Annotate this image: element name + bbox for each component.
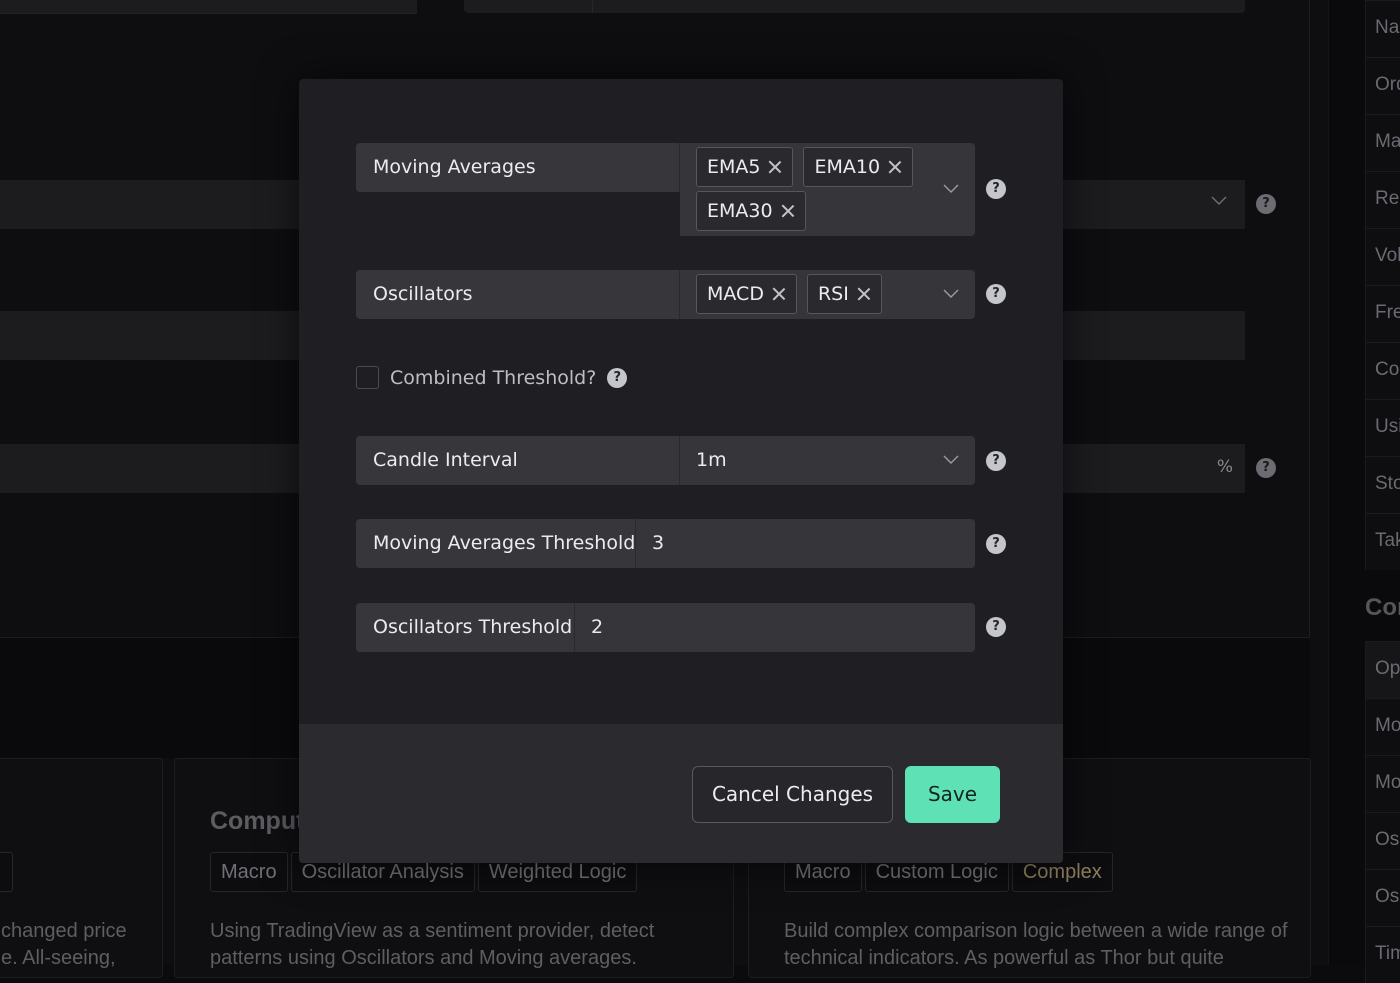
candle-interval-field: Candle Interval 1m xyxy=(356,436,975,485)
remove-chip-icon[interactable] xyxy=(888,160,902,174)
moving-averages-label: Moving Averages xyxy=(356,143,680,192)
sidebar-item[interactable]: Vol xyxy=(1365,228,1400,285)
cancel-changes-button[interactable]: Cancel Changes xyxy=(692,766,893,823)
combined-threshold-row: Combined Threshold? ? xyxy=(356,366,627,389)
selected-chip-macd[interactable]: MACD xyxy=(696,274,797,314)
remove-chip-icon[interactable] xyxy=(781,204,795,218)
chip-label: EMA10 xyxy=(814,148,880,186)
oscillators-field: Oscillators MACD RSI xyxy=(356,270,975,319)
sidebar-heading: Con xyxy=(1365,594,1400,622)
moving-averages-threshold-label: Moving Averages Threshold xyxy=(356,519,636,568)
oscillators-label: Oscillators xyxy=(356,270,680,319)
candle-interval-select[interactable]: 1m xyxy=(680,436,975,485)
oscillators-threshold-value: 2 xyxy=(575,603,975,652)
sidebar-item[interactable]: Fre xyxy=(1365,285,1400,342)
combined-threshold-label[interactable]: Combined Threshold? xyxy=(390,367,596,389)
candle-interval-value: 1m xyxy=(680,436,975,485)
moving-averages-field: Moving Averages EMA5 EMA10 EMA30 xyxy=(356,143,975,236)
right-sidebar: Nam Ord Max Re- Vol Fre Coi Usi Sto Tak … xyxy=(1328,0,1400,965)
remove-chip-icon[interactable] xyxy=(857,287,871,301)
sidebar-item[interactable]: Mov xyxy=(1365,755,1400,812)
sidebar-item[interactable]: Coi xyxy=(1365,342,1400,399)
background-top-field-left xyxy=(0,0,417,14)
sidebar-item[interactable]: Nam xyxy=(1365,0,1400,57)
chip-label: EMA30 xyxy=(707,192,773,230)
selected-chip-ema5[interactable]: EMA5 xyxy=(696,147,793,187)
save-button[interactable]: Save xyxy=(905,766,1000,823)
sidebar-item[interactable]: Tak xyxy=(1365,513,1400,570)
indicator-settings-modal: Moving Averages EMA5 EMA10 EMA30 xyxy=(299,79,1063,863)
moving-averages-threshold-value: 3 xyxy=(636,519,975,568)
strategy-description-line: Using TradingView as a sentiment provide… xyxy=(210,918,654,945)
oscillators-threshold-field: Oscillators Threshold 2 xyxy=(356,603,975,652)
strategy-description-line: Build complex comparison logic between a… xyxy=(784,918,1288,945)
strategy-description-line: changed price xyxy=(1,918,127,945)
sidebar-item[interactable]: Re- xyxy=(1365,171,1400,228)
sidebar-item[interactable]: Ord xyxy=(1365,57,1400,114)
help-icon[interactable]: ? xyxy=(1256,194,1276,214)
help-icon[interactable]: ? xyxy=(986,284,1006,304)
help-icon[interactable]: ? xyxy=(1256,458,1276,478)
sidebar-item[interactable]: Max xyxy=(1365,114,1400,171)
chip-label: EMA5 xyxy=(707,148,760,186)
help-icon[interactable]: ? xyxy=(607,368,627,388)
strategy-card-title: Comput xyxy=(210,807,304,836)
background-top-field-right xyxy=(464,0,1245,13)
sidebar-item[interactable]: Osc xyxy=(1365,869,1400,926)
help-icon[interactable]: ? xyxy=(986,617,1006,637)
candle-interval-label: Candle Interval xyxy=(356,436,680,485)
moving-averages-multiselect[interactable]: EMA5 EMA10 EMA30 xyxy=(680,143,975,236)
chevron-down-icon[interactable] xyxy=(941,450,961,470)
percent-suffix: % xyxy=(1217,457,1233,477)
oscillators-threshold-input[interactable]: 2 xyxy=(575,603,975,652)
strategy-description-line: technical indicators. As powerful as Tho… xyxy=(784,945,1224,972)
chevron-down-icon[interactable] xyxy=(941,179,961,199)
selected-chip-rsi[interactable]: RSI xyxy=(807,274,882,314)
strategy-card[interactable]: changed price e. All-seeing, xyxy=(0,758,163,978)
sidebar-item[interactable]: Sto xyxy=(1365,456,1400,513)
chevron-down-icon xyxy=(1211,194,1227,210)
remove-chip-icon[interactable] xyxy=(768,160,782,174)
oscillators-threshold-label: Oscillators Threshold xyxy=(356,603,575,652)
moving-averages-threshold-input[interactable]: 3 xyxy=(636,519,975,568)
chevron-down-icon[interactable] xyxy=(941,284,961,304)
sidebar-item[interactable]: Tim xyxy=(1365,926,1400,983)
remove-chip-icon[interactable] xyxy=(772,287,786,301)
strategy-tag xyxy=(0,852,13,892)
chip-label: RSI xyxy=(818,275,849,313)
sidebar-item[interactable]: Osc xyxy=(1365,812,1400,869)
sidebar-item[interactable]: Mov xyxy=(1365,698,1400,755)
strategy-description-line: patterns using Oscillators and Moving av… xyxy=(210,945,637,972)
combined-threshold-checkbox[interactable] xyxy=(356,366,379,389)
help-icon[interactable]: ? xyxy=(986,534,1006,554)
strategy-tag: Macro xyxy=(210,852,288,892)
sidebar-item-active[interactable]: Opt xyxy=(1365,641,1400,698)
help-icon[interactable]: ? xyxy=(986,179,1006,199)
sidebar-item[interactable]: Usi xyxy=(1365,399,1400,456)
selected-chip-ema30[interactable]: EMA30 xyxy=(696,191,806,231)
strategy-description-line: e. All-seeing, xyxy=(1,945,116,972)
selected-chip-ema10[interactable]: EMA10 xyxy=(803,147,913,187)
oscillators-multiselect[interactable]: MACD RSI xyxy=(680,270,975,319)
help-icon[interactable]: ? xyxy=(986,451,1006,471)
moving-averages-threshold-field: Moving Averages Threshold 3 xyxy=(356,519,975,568)
chip-label: MACD xyxy=(707,275,764,313)
